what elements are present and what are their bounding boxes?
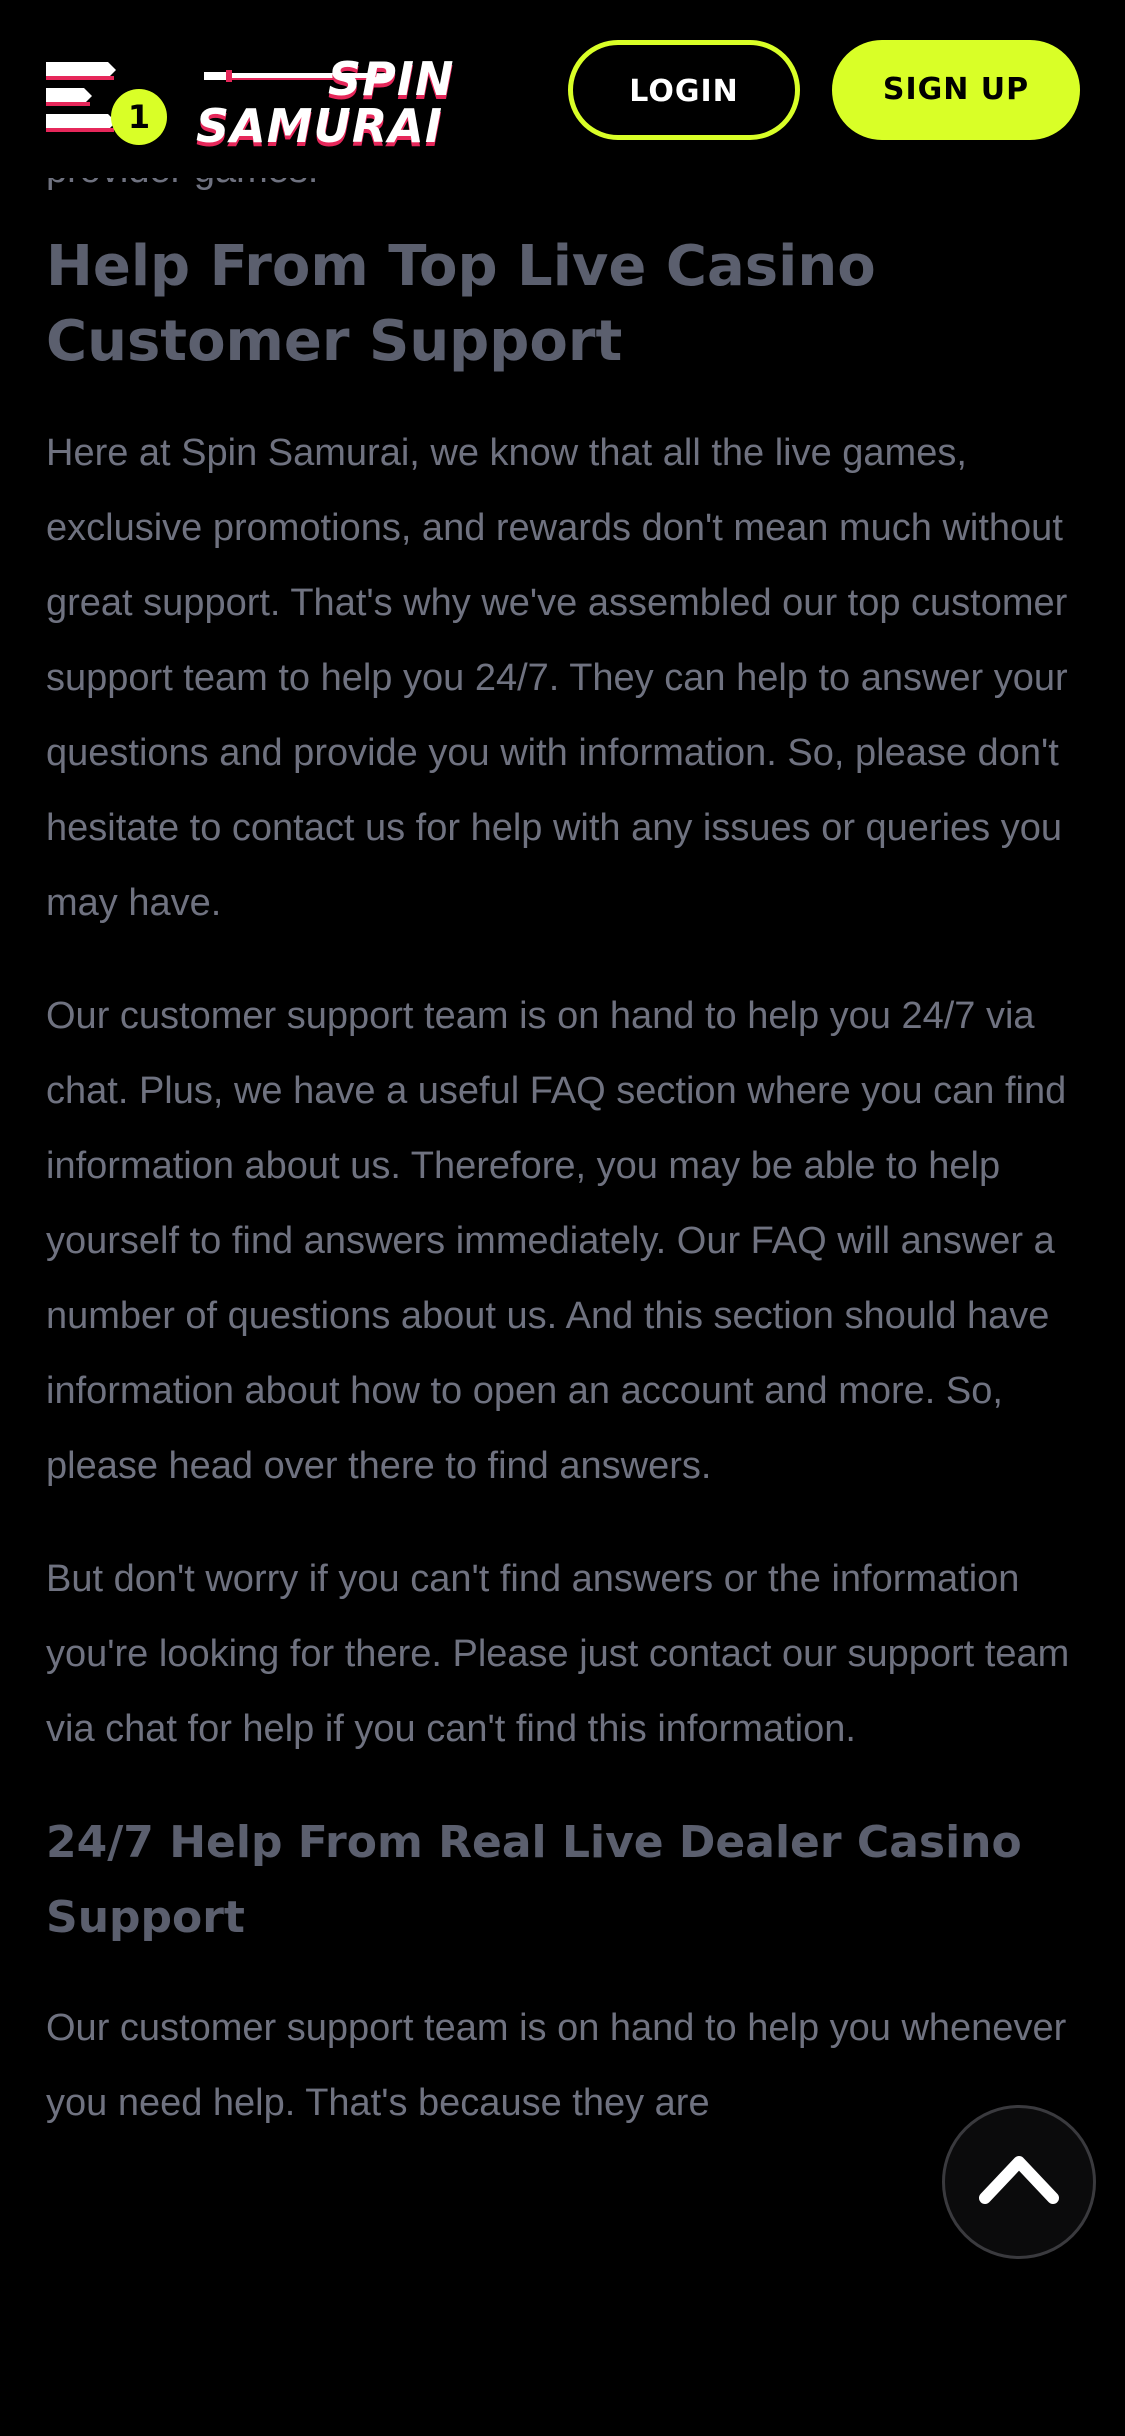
heading-customer-support: Help From Top Live Casino Customer Suppo… [46,234,876,374]
heading-live-dealer-support: 24/7 Help From Real Live Dealer Casino S… [46,1817,1022,1943]
notification-badge: 1 [111,89,167,145]
logo-word-samurai: SAMURAI [196,99,443,153]
spin-samurai-logo[interactable]: SPIN SAMURAI [196,52,471,153]
login-button[interactable]: LOGIN [568,40,800,140]
scroll-to-top-button[interactable] [942,2105,1096,2259]
article-paragraph: Here at Spin Samurai, we know that all t… [46,432,1068,924]
signup-button[interactable]: SIGN UP [832,40,1080,140]
article-paragraph: But don't worry if you can't find answer… [46,1558,1070,1750]
article-paragraph: Our customer support team is on hand to … [46,2007,1067,2124]
chevron-up-icon [979,2156,1059,2204]
article-paragraph: Our customer support team is on hand to … [46,995,1067,1487]
top-header: 1 SPIN SAMURAI LOGIN SIGN UP [0,0,1125,178]
article-content: provider games! Help From Top Live Casin… [46,149,1086,2141]
logo-word-spin: SPIN [328,52,455,106]
